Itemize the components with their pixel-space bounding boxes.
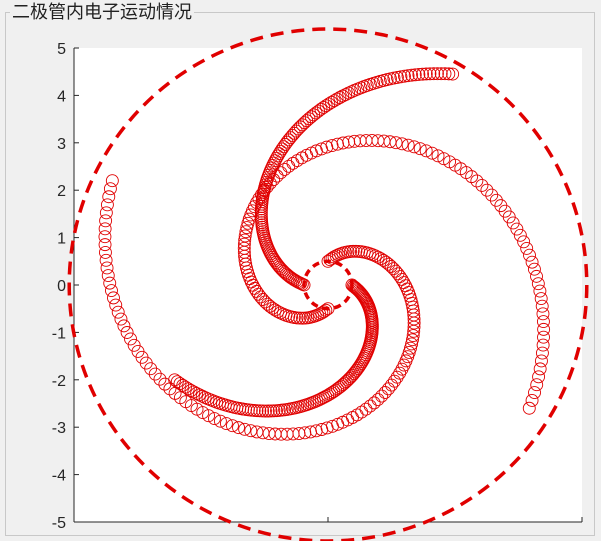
y-tick-label: 0 xyxy=(57,278,66,295)
y-tick-label: -1 xyxy=(52,325,66,342)
y-tick-label: 4 xyxy=(57,88,66,105)
axes-background xyxy=(74,48,582,522)
y-tick-label: 3 xyxy=(57,136,66,153)
y-tick-label: 5 xyxy=(57,41,66,58)
y-tick-label: -3 xyxy=(52,420,66,437)
y-tick-label: -4 xyxy=(52,468,66,485)
plot-area: 5 4 3 2 1 0 -1 -2 -3 -4 -5 xyxy=(52,27,589,541)
y-tick-label: 2 xyxy=(57,183,66,200)
y-tick-label: -2 xyxy=(52,373,66,390)
y-tick-label: -5 xyxy=(52,515,66,532)
y-tick-label: 1 xyxy=(57,231,66,248)
